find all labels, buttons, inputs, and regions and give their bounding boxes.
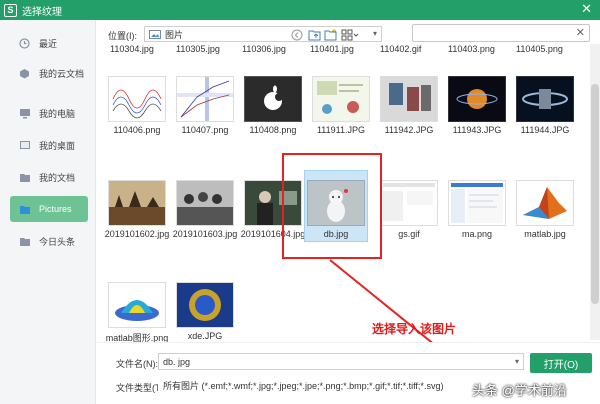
file-thumbnail (516, 180, 574, 226)
file-thumbnail (448, 180, 506, 226)
view-mode-button[interactable] (340, 29, 360, 41)
file-name: 111943.JPG (452, 125, 502, 135)
sidebar-item-label: 最近 (39, 38, 58, 49)
folder-icon (18, 204, 31, 215)
document-icon (18, 172, 31, 183)
sidebar-item-toutiao[interactable]: 今日头条 (10, 228, 88, 254)
file-name: matlab.jpg (524, 229, 566, 239)
file-name: 110408.png (249, 125, 297, 135)
file-name: xde.JPG (187, 331, 223, 341)
file-item[interactable]: matlab图形.png (102, 282, 172, 342)
file-thumbnail (312, 76, 370, 122)
annotation-text: 选择导入该图片 (372, 322, 457, 336)
file-name[interactable]: 110304.jpg (110, 44, 154, 54)
sidebar-item-label: 我的文档 (39, 172, 76, 183)
file-item[interactable]: 2019101603.jpg (170, 180, 240, 239)
file-thumbnail (380, 180, 438, 226)
file-item[interactable]: 111911.JPG (306, 76, 376, 135)
folder-icon (18, 236, 31, 247)
filename-label: 文件名(N): (116, 359, 158, 369)
sidebar: 最近 我的云文档 我的电脑 我的桌面 我的文档 Pictures 今日头条 (0, 20, 96, 404)
cloud-icon (18, 68, 31, 79)
file-name: matlab图形.png (105, 333, 169, 342)
sidebar-item-label: 今日头条 (39, 236, 76, 247)
watermark-text: 头条 @学术前沿 (472, 383, 567, 398)
sidebar-item-desktop[interactable]: 我的桌面 (10, 132, 88, 158)
file-name: 111911.JPG (316, 125, 366, 135)
file-name: 111942.JPG (384, 125, 434, 135)
file-item[interactable]: 2019101602.jpg (102, 180, 172, 239)
search-input[interactable]: ✕ (412, 24, 590, 42)
filename-value: db. jpg (163, 356, 191, 367)
file-thumbnail (380, 76, 438, 122)
scrollbar-thumb[interactable] (591, 84, 599, 304)
filename-input[interactable]: db. jpg ▾ (158, 353, 524, 370)
file-item[interactable]: 110406.png (102, 76, 172, 135)
file-item[interactable]: matlab.jpg (510, 180, 580, 239)
file-thumbnail (108, 282, 166, 328)
file-name[interactable]: 110402.gif (380, 44, 421, 54)
title-bar: S 选择纹理 ✕ (0, 0, 600, 20)
file-name: 2019101603.jpg (172, 229, 238, 239)
file-name[interactable]: 110305.jpg (176, 44, 220, 54)
sidebar-item-label: 我的云文档 (39, 68, 85, 79)
file-thumbnail (108, 76, 166, 122)
file-item[interactable]: 111944.JPG (510, 76, 580, 135)
file-name[interactable]: 110306.jpg (242, 44, 286, 54)
file-name: 110407.png (181, 125, 229, 135)
file-item[interactable]: xde.JPG (170, 282, 240, 341)
window-title: 选择纹理 (22, 6, 62, 18)
file-item[interactable]: 110408.png (238, 76, 308, 135)
sidebar-item-recent[interactable]: 最近 (10, 30, 88, 56)
file-thumbnail (516, 76, 574, 122)
file-thumbnail (244, 76, 302, 122)
file-item[interactable]: 111942.JPG (374, 76, 444, 135)
clear-search-icon[interactable]: ✕ (576, 26, 585, 39)
up-folder-button[interactable] (308, 29, 322, 41)
file-name[interactable]: 110401.jpg (310, 44, 354, 54)
sidebar-item-label: Pictures (39, 204, 72, 214)
file-name: 110406.png (113, 125, 161, 135)
computer-icon (18, 108, 31, 119)
file-name: 111944.JPG (520, 125, 570, 135)
desktop-icon (18, 140, 31, 151)
chevron-down-icon: ▾ (514, 357, 519, 366)
file-name: ma.png (461, 229, 493, 239)
location-label: 位置(I): (108, 31, 137, 41)
sidebar-item-label: 我的电脑 (39, 108, 76, 119)
file-thumbnail (448, 76, 506, 122)
location-value: 图片 (165, 29, 184, 40)
filetype-select[interactable]: 所有图片 (*.emf;*.wmf;*.jpg;*.jpeg;*.jpe;*.p… (158, 377, 518, 394)
open-button[interactable]: 打开(O) (530, 353, 592, 373)
file-thumbnail (176, 76, 234, 122)
clock-icon (18, 37, 31, 49)
file-name: gs.gif (398, 229, 420, 239)
sidebar-item-cloud-docs[interactable]: 我的云文档 (10, 60, 88, 86)
scrollbar-track[interactable] (590, 44, 600, 340)
back-button[interactable] (290, 29, 304, 41)
picture-folder-icon (149, 29, 161, 39)
sidebar-item-pictures[interactable]: Pictures (10, 196, 88, 222)
file-item[interactable]: gs.gif (374, 180, 444, 239)
filetype-value: 所有图片 (*.emf;*.wmf;*.jpg;*.jpeg;*.jpe;*.p… (163, 381, 444, 391)
sidebar-item-computer[interactable]: 我的电脑 (10, 100, 88, 126)
file-name[interactable]: 110405.png (516, 44, 563, 54)
file-thumbnail (176, 282, 234, 328)
new-folder-button[interactable] (324, 29, 338, 41)
sidebar-item-label: 我的桌面 (39, 140, 76, 151)
chevron-down-icon: ▾ (372, 29, 377, 38)
file-item[interactable]: 110407.png (170, 76, 240, 135)
app-logo-icon: S (4, 3, 17, 17)
annotation-highlight-box (282, 153, 382, 259)
file-name: 2019101602.jpg (104, 229, 170, 239)
close-button[interactable]: ✕ (581, 2, 592, 16)
file-item[interactable]: ma.png (442, 180, 512, 239)
file-thumbnail (108, 180, 166, 226)
file-thumbnail (176, 180, 234, 226)
sidebar-item-documents[interactable]: 我的文档 (10, 164, 88, 190)
file-name[interactable]: 110403.png (448, 44, 495, 54)
file-grid: 110304.jpg 110305.jpg 110306.jpg 110401.… (96, 42, 600, 342)
file-item[interactable]: 111943.JPG (442, 76, 512, 135)
